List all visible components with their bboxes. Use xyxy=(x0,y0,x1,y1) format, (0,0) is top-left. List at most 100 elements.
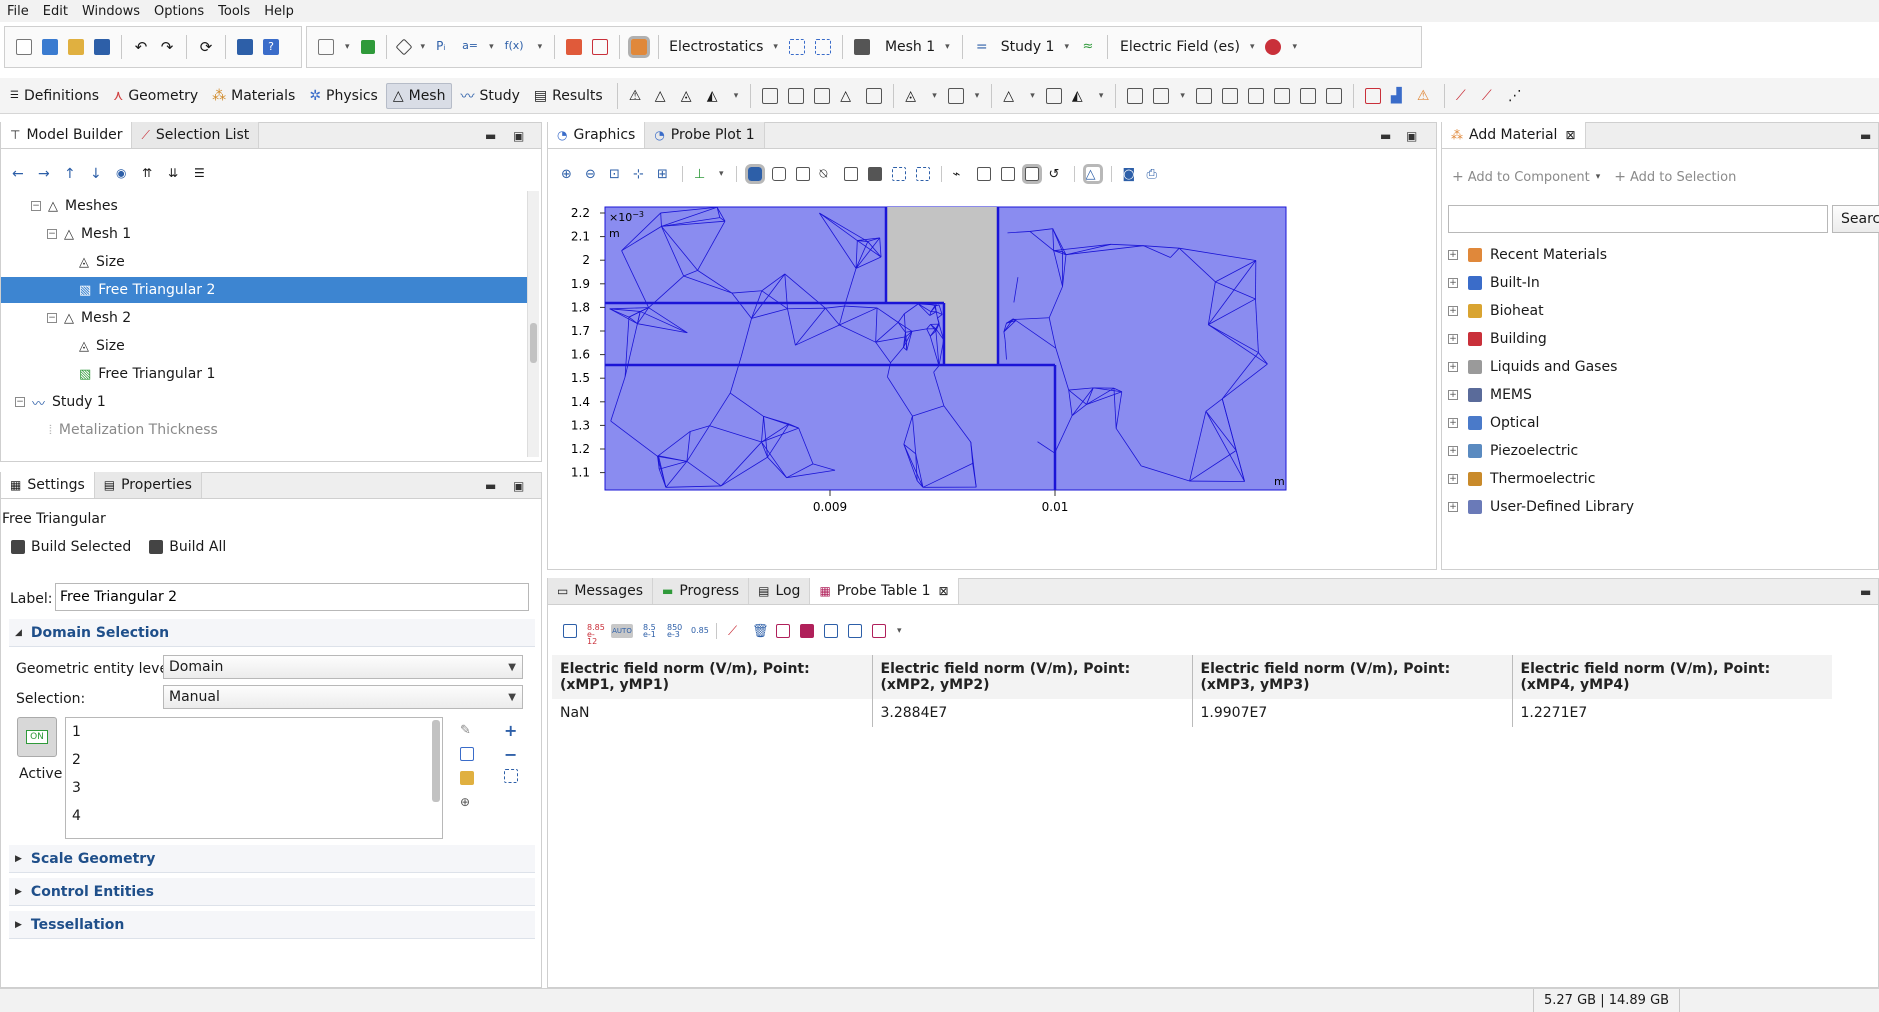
material-browser-icon[interactable] xyxy=(592,39,609,55)
selection-select[interactable]: Manual ▼ xyxy=(163,685,523,709)
tree-item-mesh-2[interactable]: − △ Mesh 2 xyxy=(47,305,131,331)
add-to-selection-button[interactable]: Add to Selection xyxy=(1630,170,1736,185)
zoom-in-icon[interactable]: ⊕ xyxy=(561,167,575,182)
pi-icon[interactable]: Pᵢ xyxy=(436,39,452,55)
reset-view-icon[interactable]: ↺ xyxy=(1049,167,1063,182)
build-selected-button[interactable]: Build Selected xyxy=(31,539,131,555)
paste-icon[interactable] xyxy=(460,771,474,785)
table-surface-icon[interactable] xyxy=(800,624,814,638)
import-icon[interactable] xyxy=(947,87,964,104)
full-precision-icon[interactable]: 8.85 e-12 xyxy=(587,624,605,646)
tab-geometry[interactable]: ⋏ Geometry xyxy=(107,84,204,108)
tab-probe-table[interactable]: ▦ Probe Table 1 ⊠ xyxy=(810,578,959,604)
build-all-button[interactable]: Build All xyxy=(169,539,226,555)
list-scrollbar[interactable] xyxy=(432,720,440,802)
collapse-all-icon[interactable]: ⇊ xyxy=(168,166,184,182)
tab-probe-plot[interactable]: ◔ Probe Plot 1 xyxy=(645,122,765,148)
materials-icon[interactable] xyxy=(566,39,583,55)
domain-list[interactable]: 1 2 3 4 xyxy=(65,717,443,839)
expand-icon[interactable]: + xyxy=(1448,334,1458,344)
material-search-input[interactable] xyxy=(1448,205,1828,233)
mapped-icon[interactable]: △ xyxy=(655,88,671,104)
redo-icon[interactable]: ↷ xyxy=(159,39,175,55)
tab-settings[interactable]: ▦ Settings xyxy=(1,472,95,498)
zoom-extents-icon[interactable]: ⊞ xyxy=(657,167,671,182)
hide-icon[interactable]: ⌁ xyxy=(953,167,967,182)
minimize-icon[interactable]: ▬ xyxy=(485,129,496,143)
tab-physics[interactable]: ✲ Physics xyxy=(303,84,384,108)
column-header[interactable]: Electric field norm (V/m), Point: (xMP2,… xyxy=(872,655,1193,699)
minimize-icon-4[interactable]: ▬ xyxy=(1860,129,1871,143)
open-model-icon[interactable] xyxy=(42,39,58,55)
select-domains-icon[interactable] xyxy=(744,164,765,184)
scatter-icon[interactable]: ⋰ xyxy=(1508,88,1524,104)
swept-icon[interactable] xyxy=(814,87,831,104)
expand-icon[interactable]: + xyxy=(1448,278,1458,288)
section-control-entities[interactable]: ▶ Control Entities xyxy=(9,878,535,906)
parameters-icon[interactable] xyxy=(318,39,334,55)
material-library-item[interactable]: + Building xyxy=(1448,325,1547,353)
select-all-icon[interactable] xyxy=(867,167,882,181)
tab-messages[interactable]: ▭ Messages xyxy=(548,578,653,604)
select-boundaries-icon[interactable] xyxy=(771,167,786,181)
search-button[interactable]: Search xyxy=(1832,205,1879,233)
column-header[interactable]: Electric field norm (V/m), Point: (xMP3,… xyxy=(1192,655,1513,699)
zoom-selected-icon[interactable]: ⊹ xyxy=(633,167,647,182)
zoom-selection-icon[interactable]: ⊕ xyxy=(460,795,474,809)
material-library-item[interactable]: + Built-In xyxy=(1448,269,1540,297)
zoom-box-icon[interactable]: ⊡ xyxy=(609,167,623,182)
help-icon[interactable]: ? xyxy=(263,39,279,55)
print-icon[interactable]: ⎙ xyxy=(1147,167,1161,182)
menu-windows[interactable]: Windows xyxy=(75,4,147,19)
maximize-icon[interactable]: ▣ xyxy=(513,129,524,143)
axis-orientation-icon[interactable]: ⊥ xyxy=(694,167,708,182)
label-input[interactable] xyxy=(55,583,529,611)
tab-log[interactable]: ▤ Log xyxy=(749,578,811,604)
add-physics-icon[interactable] xyxy=(788,39,805,55)
manual-precision-icon[interactable]: 8.5 e-1 xyxy=(643,624,657,639)
tab-results[interactable]: ▤ Results xyxy=(528,84,609,108)
tree-item-size[interactable]: ◬ Size xyxy=(79,249,125,275)
tab-graphics[interactable]: ◔ Graphics xyxy=(548,122,646,148)
geom-level-select[interactable]: Domain ▼ xyxy=(163,655,523,679)
free-quad-icon[interactable]: ◭ xyxy=(707,88,723,104)
tab-mesh[interactable]: △ Mesh xyxy=(385,82,453,109)
table-graph-icon[interactable] xyxy=(776,624,790,638)
auto-precision-icon[interactable]: AUTO xyxy=(611,624,633,638)
mesh-rendering-icon[interactable]: △ xyxy=(1082,164,1103,184)
expand-icon[interactable]: + xyxy=(1448,306,1458,316)
show-grid-icon[interactable] xyxy=(976,167,991,181)
remove-icon[interactable]: − xyxy=(504,745,518,764)
section-domain-selection[interactable]: ◢ Domain Selection xyxy=(9,619,535,647)
mesh-selector[interactable]: Mesh 1 xyxy=(885,39,935,55)
minimize-icon-3[interactable]: ▬ xyxy=(1380,129,1391,143)
refine-icon[interactable] xyxy=(1247,87,1264,104)
open-folder-icon[interactable] xyxy=(68,39,84,55)
list-view-icon[interactable]: ☰ xyxy=(194,166,210,182)
paste-selection-icon[interactable]: ✎ xyxy=(460,723,474,738)
plot-selector[interactable]: Electric Field (es) xyxy=(1120,39,1240,55)
material-library-item[interactable]: + MEMS xyxy=(1448,381,1532,409)
boundary-layers-icon[interactable] xyxy=(762,87,779,104)
clear-mesh-icon[interactable]: ◭ xyxy=(1072,88,1088,104)
copy-mesh-icon[interactable] xyxy=(788,87,805,104)
material-library-item[interactable]: + Bioheat xyxy=(1448,297,1544,325)
camera-icon[interactable]: ◙ xyxy=(1123,167,1137,182)
expand-icon[interactable]: + xyxy=(1448,250,1458,260)
convert-icon[interactable] xyxy=(1221,87,1238,104)
expand-icon[interactable]: + xyxy=(1448,446,1458,456)
expand-icon[interactable]: + xyxy=(1448,474,1458,484)
expand-icon[interactable]: + xyxy=(1448,362,1458,372)
maximize-icon-2[interactable]: ▣ xyxy=(513,479,524,493)
select-edges-icon[interactable] xyxy=(795,167,810,181)
expand-icon[interactable]: + xyxy=(1448,390,1458,400)
tree-item-free-triangular-2[interactable]: ▧ Free Triangular 2 xyxy=(1,277,527,303)
geometry-icon[interactable] xyxy=(395,38,413,56)
export-table-icon[interactable] xyxy=(848,624,862,638)
tree-item-size-2[interactable]: ◬ Size xyxy=(79,333,125,359)
warnings-icon[interactable]: ⚠ xyxy=(1417,88,1433,104)
new-file-icon[interactable] xyxy=(16,39,32,55)
back-icon[interactable]: ← xyxy=(12,166,28,182)
material-library-item[interactable]: + Optical xyxy=(1448,409,1539,437)
application-builder-icon[interactable] xyxy=(237,39,253,55)
